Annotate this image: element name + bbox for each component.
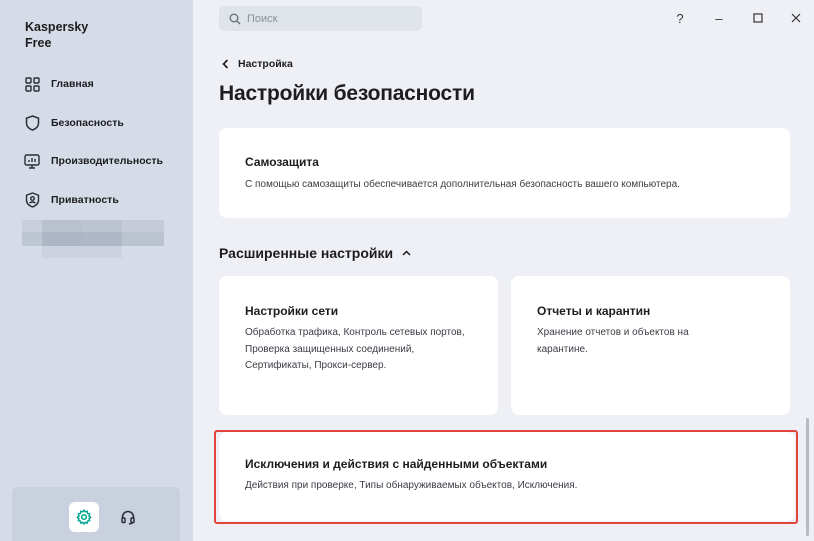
sidebar-item-label: Безопасность — [51, 117, 124, 129]
breadcrumb[interactable]: Настройка — [222, 58, 293, 70]
selection-highlight — [214, 430, 798, 524]
gear-icon — [76, 509, 92, 525]
privacy-shield-icon — [23, 191, 41, 209]
sidebar-item-label: Главная — [51, 78, 94, 90]
card-title: Отчеты и карантин — [537, 304, 651, 318]
sidebar-bottom-bar — [12, 487, 180, 541]
sidebar: Kaspersky Free Главная Безопасность Прои… — [0, 0, 193, 541]
section-title: Расширенные настройки — [219, 245, 394, 261]
minimize-button[interactable]: – — [709, 8, 729, 28]
home-grid-icon — [23, 75, 41, 93]
support-button[interactable] — [113, 502, 143, 532]
sidebar-item-privacy[interactable]: Приватность — [16, 185, 181, 215]
search-icon — [229, 13, 241, 25]
card-description: Обработка трафика, Контроль сетевых порт… — [245, 327, 465, 371]
reports-quarantine-card[interactable]: Отчеты и карантин Хранение отчетов и объ… — [511, 276, 790, 415]
self-protection-card[interactable]: Самозащита С помощью самозащиты обеспечи… — [219, 128, 790, 218]
settings-button[interactable] — [69, 502, 99, 532]
sidebar-item-security[interactable]: Безопасность — [16, 108, 181, 138]
chevron-left-icon — [222, 59, 229, 69]
page-title: Настройки безопасности — [219, 82, 475, 105]
sidebar-item-label: Производительность — [51, 155, 163, 167]
help-button[interactable]: ? — [670, 8, 690, 28]
card-description: С помощью самозащиты обеспечивается допо… — [245, 179, 680, 190]
sidebar-item-performance[interactable]: Производительность — [16, 146, 181, 176]
maximize-icon — [753, 13, 763, 23]
network-settings-card[interactable]: Настройки сети Обработка трафика, Контро… — [219, 276, 498, 415]
scrollbar[interactable] — [806, 418, 809, 536]
search-box[interactable] — [219, 6, 422, 31]
advanced-settings-header[interactable]: Расширенные настройки — [219, 245, 411, 261]
blurred-sidebar-item — [22, 220, 164, 258]
headset-icon — [120, 509, 136, 525]
breadcrumb-back-label: Настройка — [238, 58, 293, 70]
monitor-icon — [23, 152, 41, 170]
maximize-button[interactable] — [748, 8, 768, 28]
close-button[interactable] — [786, 8, 806, 28]
sidebar-item-home[interactable]: Главная — [16, 69, 181, 99]
card-title: Настройки сети — [245, 304, 339, 318]
sidebar-item-label: Приватность — [51, 194, 119, 206]
search-input[interactable] — [247, 12, 407, 25]
card-description: Хранение отчетов и объектов на карантине… — [537, 327, 689, 355]
chevron-up-icon — [402, 250, 411, 256]
close-icon — [791, 13, 801, 23]
shield-icon — [23, 114, 41, 132]
app-brand: Kaspersky Free — [25, 20, 89, 50]
card-title: Самозащита — [245, 155, 319, 169]
